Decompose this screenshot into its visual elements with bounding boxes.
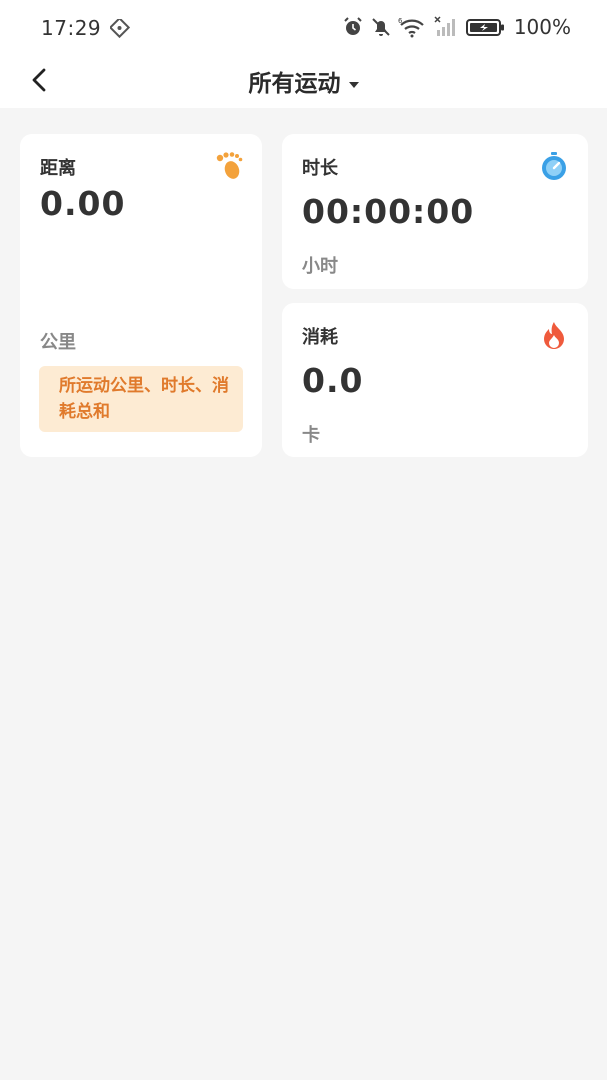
duration-unit: 小时 bbox=[302, 256, 338, 277]
calories-value: 0.0 bbox=[302, 361, 364, 400]
distance-value: 0.00 bbox=[40, 184, 126, 223]
flame-icon bbox=[538, 319, 570, 351]
distance-unit: 公里 bbox=[40, 332, 76, 353]
wifi-icon: 6 bbox=[398, 16, 428, 38]
duration-card: 时长 00:00:00 小时 bbox=[282, 134, 588, 289]
summary-note: 所运动公里、时长、消耗总和 bbox=[39, 366, 243, 432]
distance-card: 距离 0.00 公里 所运动公里、时长、消耗总和 bbox=[20, 134, 262, 457]
calories-unit: 卡 bbox=[302, 425, 320, 446]
status-time: 17:29 bbox=[41, 16, 102, 40]
alarm-icon bbox=[342, 16, 364, 38]
duration-label: 时长 bbox=[302, 158, 338, 179]
nfc-icon bbox=[108, 16, 132, 43]
sport-type-dropdown[interactable]: 所有运动 bbox=[0, 64, 607, 98]
calories-label: 消耗 bbox=[302, 327, 338, 348]
page-title: 所有运动 bbox=[248, 71, 341, 97]
duration-value: 00:00:00 bbox=[302, 192, 475, 231]
battery-icon bbox=[465, 16, 506, 38]
mute-icon bbox=[370, 16, 392, 38]
signal-icon bbox=[434, 16, 460, 38]
footprint-icon bbox=[212, 150, 244, 182]
header-bar: 所有运动 bbox=[0, 58, 607, 108]
status-bar: 17:29 6 100% bbox=[0, 0, 607, 58]
stopwatch-icon bbox=[538, 150, 570, 182]
svg-text:6: 6 bbox=[398, 17, 403, 25]
battery-percent: 100% bbox=[513, 15, 571, 39]
distance-label: 距离 bbox=[40, 158, 76, 179]
calories-card: 消耗 0.0 卡 bbox=[282, 303, 588, 457]
caret-down-icon bbox=[348, 82, 359, 88]
